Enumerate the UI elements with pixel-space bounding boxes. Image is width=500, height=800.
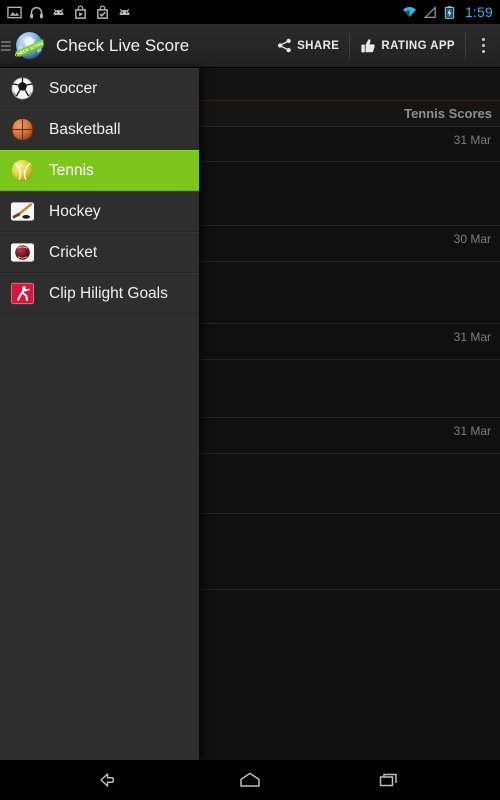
image-icon <box>7 6 22 18</box>
sidebar-item-hockey[interactable]: Hockey <box>0 191 199 232</box>
battery-charging-icon <box>444 5 455 19</box>
signal-icon <box>423 5 436 18</box>
rating-app-label: RATING APP <box>381 39 455 52</box>
navigation-drawer: Soccer Basketball Tennis Hockey Cricket … <box>0 68 199 760</box>
match-date: 31 Mar <box>453 424 491 438</box>
share-button[interactable]: SHARE <box>267 31 349 61</box>
rating-app-button[interactable]: RATING APP <box>350 31 465 61</box>
android-head-icon-2 <box>119 8 130 15</box>
match-date: 31 Mar <box>453 133 491 147</box>
share-label: SHARE <box>297 39 340 52</box>
sidebar-item-label: Clip Hilight Goals <box>49 284 168 302</box>
scores-list-header-title: Tennis Scores <box>404 106 492 121</box>
match-date: 31 Mar <box>453 330 491 344</box>
app-logo-soccer-ball: CHECK SCORE <box>14 30 45 61</box>
play-store-icon <box>75 5 86 19</box>
soccer-ball-icon <box>10 76 35 101</box>
action-bar-actions: SHARE RATING APP <box>267 24 500 68</box>
sidebar-item-tennis[interactable]: Tennis <box>0 150 199 191</box>
overflow-menu-icon[interactable] <box>466 24 500 68</box>
drawer-empty-space <box>0 314 199 760</box>
basketball-icon <box>10 117 35 142</box>
sidebar-item-soccer[interactable]: Soccer <box>0 68 199 109</box>
recent-apps-icon <box>379 773 397 787</box>
sidebar-item-label: Soccer <box>49 79 98 97</box>
hockey-stick-icon <box>10 199 35 224</box>
sidebar-item-clip-hilight-goals[interactable]: Clip Hilight Goals <box>0 273 199 314</box>
match-date: 30 Mar <box>453 232 491 246</box>
android-screen: 1:59 CHECK SCORE Check Live Score SHARE … <box>0 0 500 800</box>
sidebar-item-label: Hockey <box>49 202 101 220</box>
sidebar-item-basketball[interactable]: Basketball <box>0 109 199 150</box>
wifi-icon <box>402 6 417 17</box>
system-navigation-bar <box>0 760 500 800</box>
recent-apps-button[interactable] <box>370 760 410 800</box>
sidebar-item-label: Basketball <box>49 120 121 138</box>
action-bar: CHECK SCORE Check Live Score SHARE RATIN… <box>0 24 500 68</box>
goal-clip-icon <box>10 281 35 306</box>
home-button[interactable] <box>230 760 270 800</box>
tennis-ball-icon <box>10 158 35 183</box>
status-bar-system-icons: 1:59 <box>402 4 493 20</box>
sidebar-item-label: Cricket <box>49 243 98 261</box>
back-arrow-icon <box>100 773 115 787</box>
page-title: Check Live Score <box>56 35 190 55</box>
checkmark-bag-icon <box>97 5 108 19</box>
sidebar-item-label: Tennis <box>49 161 94 179</box>
status-bar-notification-icons <box>7 5 132 20</box>
headphones-icon <box>30 6 43 18</box>
cricket-ball-icon <box>10 240 35 265</box>
status-bar-clock: 1:59 <box>464 4 493 20</box>
status-bar: 1:59 <box>0 0 500 24</box>
sidebar-item-cricket[interactable]: Cricket <box>0 232 199 273</box>
back-button[interactable] <box>90 760 130 800</box>
thumbs-up-icon <box>361 38 376 52</box>
android-head-icon <box>53 8 64 15</box>
share-icon <box>278 38 291 53</box>
home-icon <box>240 772 260 787</box>
hamburger-icon[interactable] <box>1 40 11 51</box>
